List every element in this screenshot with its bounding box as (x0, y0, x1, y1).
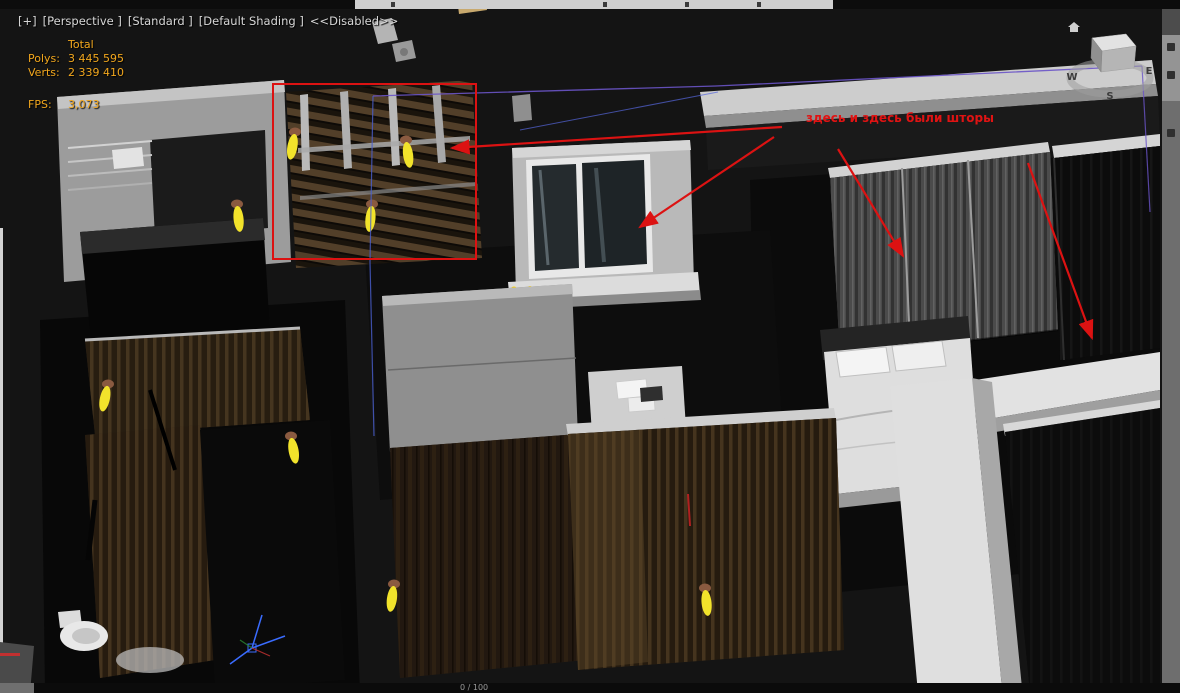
clutter-object[interactable] (400, 48, 408, 56)
viewport-label: [+] [Perspective ] [Standard ] [Default … (18, 14, 398, 28)
stats-polys-row: Polys: 3 445 595 (28, 52, 124, 66)
room-bottom-left[interactable] (58, 326, 345, 690)
lower-wardrobe-slats (1005, 408, 1160, 693)
room-interior-floor (200, 420, 345, 690)
annotation-text: здесь и здесь были шторы (806, 111, 994, 125)
pillow (891, 340, 947, 372)
toolbar-icon[interactable] (1167, 129, 1175, 137)
wood-partition[interactable] (566, 408, 844, 670)
toolbar-icon[interactable] (1167, 43, 1175, 51)
dark-wardrobe-right[interactable] (1052, 134, 1160, 361)
toolbar-icon[interactable] (1167, 71, 1175, 79)
strip-mark (685, 2, 689, 7)
application-window: [+] [Perspective ] [Standard ] [Default … (0, 0, 1180, 693)
tablet-object (640, 386, 663, 402)
frame-indicator: 0 / 100 (460, 683, 489, 692)
scene-canvas[interactable] (0, 0, 1180, 693)
corridor-wood-beams[interactable] (286, 80, 482, 268)
stats-verts-value: 2 339 410 (68, 66, 124, 79)
viewport-disabled-flag: <<Disabled>> (309, 14, 399, 28)
viewcube-east-label[interactable]: E (1146, 66, 1153, 77)
stats-polys-value: 3 445 595 (68, 52, 124, 65)
small-table[interactable] (112, 147, 144, 169)
viewport-general-menu[interactable]: [+] (18, 14, 37, 28)
pillow (835, 346, 891, 378)
stats-polys-label: Polys: (28, 52, 60, 65)
partition-light-section (568, 430, 648, 670)
viewcube-west-label[interactable]: W (1066, 72, 1077, 83)
right-toolbar-strip[interactable] (1161, 9, 1180, 683)
stats-total-row: Total (28, 38, 124, 52)
rug[interactable] (116, 647, 184, 673)
stats-fps-row: FPS: 3,073 (28, 98, 124, 112)
window-pane (532, 164, 579, 271)
viewcube-south-label[interactable]: S (1106, 91, 1113, 102)
left-edge-wall-line (0, 228, 3, 688)
red-edge-dash (0, 653, 20, 656)
balcony-window[interactable] (508, 140, 701, 310)
dark-wardrobe-slats (1054, 146, 1160, 360)
window-top-strip (0, 0, 1180, 9)
viewcube[interactable]: W E S (1064, 20, 1156, 104)
stats-total-label: Total (68, 38, 94, 51)
stats-verts-row: Verts: 2 339 410 (28, 66, 124, 80)
corridor-slats (286, 80, 482, 268)
stats-fps-label: FPS: (28, 98, 52, 111)
timeline-left-cap (0, 683, 34, 693)
viewport-shading-menu[interactable]: [Default Shading ] (199, 14, 304, 28)
strip-mark (603, 2, 607, 7)
stats-verts-label: Verts: (28, 66, 60, 79)
viewport-render-preset-menu[interactable]: [Standard ] (128, 14, 193, 28)
window-pane (582, 160, 647, 268)
strip-mark (757, 2, 761, 7)
viewcube-home-roof (1068, 22, 1080, 27)
strip-mark (391, 2, 395, 7)
clutter-box[interactable] (512, 94, 532, 122)
viewport-pov-menu[interactable]: [Perspective ] (43, 14, 122, 28)
statistics-overlay: Total Polys: 3 445 595 Verts: 2 339 410 … (28, 38, 124, 112)
cabinet-wood-grain (390, 434, 585, 678)
timeline-bar[interactable]: 0 / 100 (0, 683, 1180, 693)
room-top-left[interactable] (57, 80, 291, 350)
toilet-seat (72, 628, 100, 644)
window-top-strip-highlight (355, 0, 833, 9)
cabinet-center[interactable] (382, 284, 585, 678)
slat-wall-upper-stripes (85, 328, 310, 435)
right-toolbar-cap (1162, 9, 1180, 35)
stats-fps-value: 3,073 (68, 98, 100, 111)
